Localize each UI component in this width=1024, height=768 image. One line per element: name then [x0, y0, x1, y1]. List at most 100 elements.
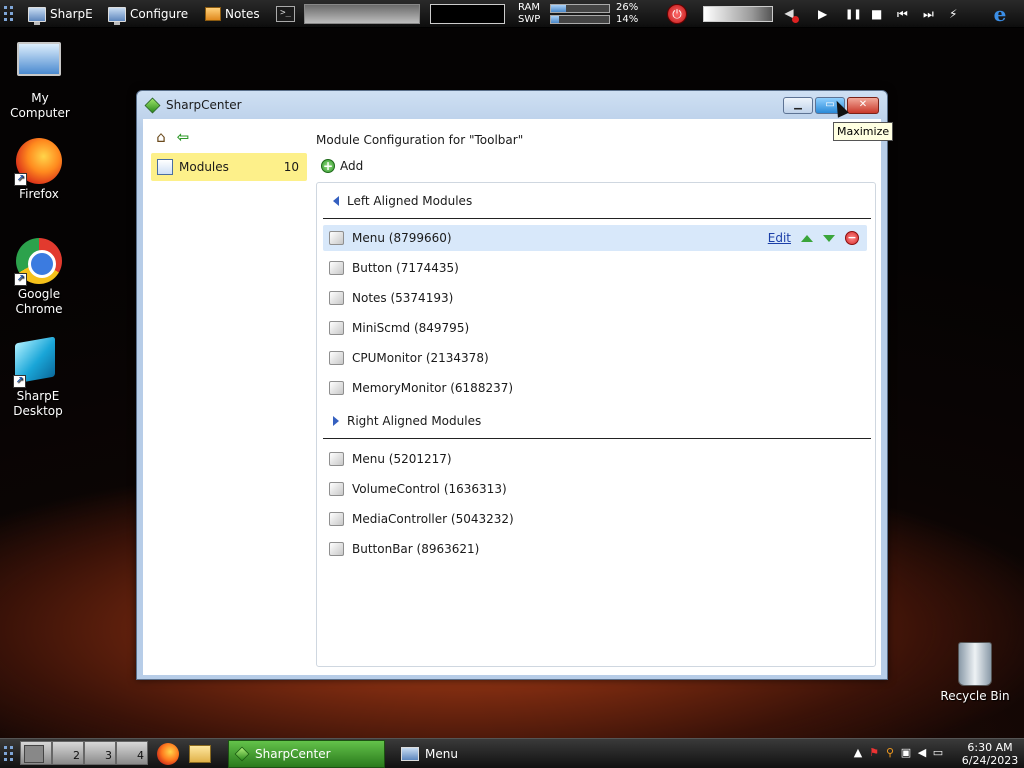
- module-cube-icon: [329, 542, 344, 556]
- module-cube-icon: [329, 512, 344, 526]
- module-row-menu-8799660[interactable]: Menu (8799660) Edit −: [323, 225, 867, 251]
- network-icon[interactable]: ▣: [900, 746, 912, 760]
- virtual-desktop-3[interactable]: 3: [84, 741, 116, 765]
- minimize-button[interactable]: ▁: [783, 97, 813, 114]
- ram-percent: 26%: [616, 2, 639, 13]
- action-center-flag-icon[interactable]: ⚑: [868, 746, 880, 760]
- module-row-menu-5201217[interactable]: Menu (5201217): [323, 446, 867, 472]
- notes-button[interactable]: Notes: [205, 0, 260, 28]
- grip-icon: [4, 746, 14, 762]
- desktop-icon-google-chrome[interactable]: ↗ Google Chrome: [0, 238, 79, 317]
- search-icon[interactable]: ⚲: [884, 746, 896, 760]
- module-label: Button (7174435): [352, 261, 459, 275]
- monitor-icon: [108, 6, 126, 25]
- shortcut-arrow-icon: ↗: [13, 375, 26, 388]
- swp-label: SWP: [518, 14, 541, 25]
- taskbar-grip[interactable]: [4, 739, 14, 768]
- toolbar-grip[interactable]: [4, 0, 14, 28]
- virtual-desktop-1[interactable]: [20, 741, 52, 765]
- terminal-icon: >_: [276, 6, 295, 22]
- move-down-icon[interactable]: [823, 234, 835, 242]
- memory-monitor-bars: [550, 0, 610, 28]
- desktop-icon-recycle-bin[interactable]: Recycle Bin: [935, 642, 1015, 704]
- module-row-mediacontroller-5043232[interactable]: MediaController (5043232): [323, 506, 867, 532]
- memory-monitor-labels: RAM SWP: [518, 0, 540, 28]
- module-label: MiniScmd (849795): [352, 321, 470, 335]
- module-label: MemoryMonitor (6188237): [352, 381, 514, 395]
- task-label: Menu: [425, 747, 458, 761]
- previous-icon: ⏮: [897, 6, 908, 21]
- left-modules-section-header[interactable]: Left Aligned Modules: [323, 183, 871, 219]
- configure-button[interactable]: Configure: [108, 0, 188, 28]
- module-row-cpumonitor-2134378[interactable]: CPUMonitor (2134378): [323, 345, 867, 371]
- shutdown-button[interactable]: ⏻: [667, 0, 687, 28]
- stop-button[interactable]: ■: [871, 0, 891, 28]
- shortcut-arrow-icon: ↗: [14, 273, 27, 286]
- stop-icon: ■: [871, 7, 883, 21]
- miniscmd-button[interactable]: >_: [276, 0, 295, 28]
- play-button[interactable]: ▶: [818, 0, 838, 28]
- back-arrow-icon[interactable]: ⇦: [175, 129, 191, 145]
- internet-explorer-button[interactable]: e: [989, 0, 1011, 28]
- window-titlebar[interactable]: SharpCenter ▁ ▭ ✕: [137, 91, 887, 119]
- module-label: Menu (8799660): [352, 231, 452, 245]
- edit-link[interactable]: Edit: [768, 231, 791, 245]
- module-row-notes-5374193[interactable]: Notes (5374193): [323, 285, 867, 311]
- window-client-area: ⌂ ⇦ Modules 10 Module Configuration for …: [143, 119, 881, 675]
- virtual-desktop-2[interactable]: 2: [52, 741, 84, 765]
- play-icon: ▶: [818, 7, 828, 21]
- winamp-button[interactable]: ⚡: [949, 0, 969, 28]
- module-row-button-7174435[interactable]: Button (7174435): [323, 255, 867, 281]
- next-button[interactable]: ⏭: [923, 0, 943, 28]
- module-cube-icon: [329, 321, 344, 335]
- desktop-icon-label: Google Chrome: [15, 287, 63, 316]
- next-icon: ⏭: [923, 6, 934, 21]
- module-list-panel: Left Aligned Modules Menu (8799660) Edit…: [316, 182, 876, 667]
- display-icon[interactable]: ▭: [932, 746, 944, 760]
- monitor-icon: [401, 747, 419, 761]
- minimize-icon: ▁: [794, 99, 802, 110]
- desktop-icon-label: SharpE Desktop: [13, 389, 63, 418]
- add-module-button[interactable]: + Add: [321, 159, 363, 173]
- tray-expand-icon[interactable]: ▲: [852, 746, 864, 760]
- module-row-volumecontrol-1636313[interactable]: VolumeControl (1636313): [323, 476, 867, 502]
- sharpe-button[interactable]: SharpE: [28, 0, 93, 28]
- desktop-icon-my-computer[interactable]: My Computer: [0, 38, 80, 121]
- miniscmd-input[interactable]: [304, 4, 420, 24]
- monitor-icon: [28, 6, 46, 25]
- volume-slider[interactable]: [703, 6, 773, 22]
- task-menu[interactable]: Menu: [395, 740, 552, 768]
- command-field[interactable]: [430, 4, 505, 24]
- firefox-icon: ↗: [14, 138, 62, 186]
- pause-button[interactable]: ❚❚: [845, 0, 865, 28]
- nav-toolbar: ⌂ ⇦: [153, 129, 191, 145]
- quicklaunch-explorer[interactable]: [189, 739, 211, 768]
- right-modules-section-header[interactable]: Right Aligned Modules: [323, 403, 871, 439]
- close-icon: ✕: [858, 99, 868, 110]
- module-row-buttonbar-8963621[interactable]: ButtonBar (8963621): [323, 536, 867, 562]
- desktop-icon-sharpe-desktop[interactable]: ↗ SharpE Desktop: [0, 336, 78, 419]
- folder-icon: [189, 745, 211, 763]
- previous-button[interactable]: ⏮: [897, 0, 917, 28]
- speaker-muted-icon[interactable]: ◀: [916, 746, 928, 760]
- computer-icon: [17, 42, 61, 76]
- close-button[interactable]: ✕: [847, 97, 879, 114]
- virtual-desktop-label: 4: [137, 749, 144, 762]
- taskbar: 2 3 4 SharpCenter Menu ▲ ⚑ ⚲ ▣ ◀ ▭ 6:30 …: [0, 738, 1024, 768]
- taskbar-clock[interactable]: 6:30 AM 6/24/2023: [958, 741, 1022, 767]
- desktop-icon-label: Firefox: [19, 187, 59, 201]
- module-row-miniscmd-849795[interactable]: MiniScmd (849795): [323, 315, 867, 341]
- module-row-memorymonitor-6188237[interactable]: MemoryMonitor (6188237): [323, 375, 867, 401]
- grip-icon: [4, 6, 14, 22]
- quicklaunch-firefox[interactable]: [157, 739, 179, 768]
- sidebar-item-modules[interactable]: Modules 10: [151, 153, 307, 181]
- home-icon[interactable]: ⌂: [153, 129, 169, 145]
- mute-button[interactable]: ◀: [781, 0, 799, 28]
- virtual-desktop-4[interactable]: 4: [116, 741, 148, 765]
- desktop-icon-firefox[interactable]: ↗ Firefox: [0, 138, 79, 202]
- move-up-icon[interactable]: [801, 234, 813, 242]
- notes-button-label: Notes: [225, 7, 260, 21]
- section-title: Right Aligned Modules: [347, 413, 482, 428]
- task-sharpcenter[interactable]: SharpCenter: [228, 740, 385, 768]
- remove-icon[interactable]: −: [845, 231, 859, 245]
